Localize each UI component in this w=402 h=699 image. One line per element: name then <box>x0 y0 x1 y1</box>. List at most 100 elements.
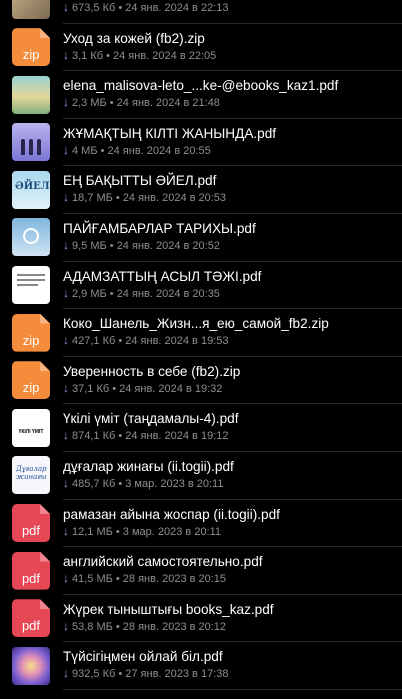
pdf-file-icon: pdf <box>12 599 50 638</box>
zip-file-icon: zip <box>12 313 50 352</box>
download-arrow-icon: ↓ <box>63 380 69 395</box>
file-row[interactable]: pdf рамазан айына жоспар (ii.togii).pdf … <box>0 500 402 548</box>
file-meta: ↓ 37,1 Кб • 24 янв. 2024 в 19:32 <box>63 381 222 396</box>
file-meta-text: 2,3 МБ • 24 янв. 2024 в 21:48 <box>72 97 220 110</box>
file-row[interactable]: ↓ 673,5 Кб • 24 янв. 2024 в 22:13 <box>0 0 402 24</box>
file-meta-text: 41,5 МБ • 28 янв. 2023 в 20:15 <box>72 573 227 586</box>
row-separator <box>63 688 402 690</box>
file-row[interactable]: elena_malisova-leto_...ke-@ebooks_kaz1.p… <box>0 71 402 119</box>
file-row[interactable]: pdf английский самостоятельно.pdf ↓ 41,5 … <box>0 547 402 595</box>
download-arrow-icon: ↓ <box>63 428 69 443</box>
file-title: Жүрек тыныштығы books_kaz.pdf <box>63 601 274 617</box>
emblem-shape <box>23 228 39 245</box>
file-row[interactable]: zip Уход за кожей (fb2).zip ↓ 3,1 Кб • 24… <box>0 24 402 72</box>
file-meta: ↓ 485,7 Кб • 3 мар. 2023 в 20:11 <box>63 476 223 491</box>
file-title: ЖҰМАҚТЫҢ КІЛТІ ЖАНЫНДА.pdf <box>63 125 277 141</box>
cover-text: Дұғалар жинағы <box>16 465 47 482</box>
file-meta: ↓ 673,5 Кб • 24 янв. 2024 в 22:13 <box>63 0 229 15</box>
file-meta: ↓ 9,5 МБ • 24 янв. 2024 в 20:52 <box>63 238 220 253</box>
file-meta-text: 874,1 Кб • 24 янв. 2024 в 19:12 <box>72 430 229 443</box>
file-thumbnail <box>12 0 50 19</box>
file-meta-text: 9,5 МБ • 24 янв. 2024 в 20:52 <box>72 239 220 252</box>
file-row[interactable]: АДАМЗАТТЫҢ АСЫЛ ТӘЖІ.pdf ↓ 2,9 МБ • 24 ян… <box>0 262 402 310</box>
file-meta: ↓ 874,1 Кб • 24 янв. 2024 в 19:12 <box>63 428 229 443</box>
pdf-file-icon: pdf <box>12 551 50 590</box>
book-cover-thumbnail <box>12 123 50 162</box>
file-row[interactable]: Дұғалар жинағы дұғалар жинағы (ii.togii)… <box>0 452 402 500</box>
download-arrow-icon: ↓ <box>63 523 69 538</box>
text-line <box>17 279 45 281</box>
download-arrow-icon: ↓ <box>63 666 69 681</box>
file-list: ↓ 673,5 Кб • 24 янв. 2024 в 22:13 zip Ухо… <box>0 0 402 690</box>
file-row[interactable]: ЖҰМАҚТЫҢ КІЛТІ ЖАНЫНДА.pdf ↓ 4 МБ • 24 ян… <box>0 119 402 167</box>
file-meta-text: 2,9 МБ • 24 янв. 2024 в 20:35 <box>72 287 220 300</box>
book-cover-thumbnail <box>12 646 50 685</box>
file-title: ЕҢ БАҚЫТТЫ ӘЙЕЛ.pdf <box>63 173 217 189</box>
file-title: дұғалар жинағы (ii.togii).pdf <box>63 458 234 474</box>
file-title: АДАМЗАТТЫҢ АСЫЛ ТӘЖІ.pdf <box>63 268 262 284</box>
download-arrow-icon: ↓ <box>63 571 69 586</box>
file-meta-text: 4 МБ • 24 янв. 2024 в 20:55 <box>72 144 211 157</box>
file-title: Түйсігіңмен ойлай біл.pdf <box>63 649 223 665</box>
pdf-file-icon: pdf <box>12 504 50 543</box>
book-cover-thumbnail <box>12 75 50 114</box>
file-meta: ↓ 4 МБ • 24 янв. 2024 в 20:55 <box>63 143 211 158</box>
download-arrow-icon: ↓ <box>63 0 69 14</box>
file-row[interactable]: zip Уверенность в себе (fb2).zip ↓ 37,1 К… <box>0 357 402 405</box>
document-thumbnail <box>12 266 50 305</box>
text-line <box>17 284 38 286</box>
file-title: Уход за кожей (fb2).zip <box>63 30 205 46</box>
download-arrow-icon: ↓ <box>63 237 69 252</box>
file-meta: ↓ 41,5 МБ • 28 янв. 2023 в 20:15 <box>63 571 226 586</box>
file-title: ПАЙҒАМБАРЛАР ТАРИХЫ.pdf <box>63 220 256 236</box>
cover-text: ӘЙЕЛ <box>15 180 50 192</box>
file-title: рамазан айына жоспар (ii.togii).pdf <box>63 506 280 522</box>
file-row[interactable]: pdf Жүрек тыныштығы books_kaz.pdf ↓ 53,8 … <box>0 595 402 643</box>
text-line <box>17 274 45 276</box>
figure-shape <box>37 139 41 156</box>
file-meta-text: 18,7 МБ • 24 янв. 2024 в 20:53 <box>72 192 227 205</box>
document-thumbnail: ҮКІЛІ ҮМІТ <box>12 408 50 447</box>
file-meta-text: 673,5 Кб • 24 янв. 2024 в 22:13 <box>72 2 229 14</box>
download-arrow-icon: ↓ <box>63 190 69 205</box>
file-title: Уверенность в себе (fb2).zip <box>63 363 241 379</box>
file-meta: ↓ 3,1 Кб • 24 янв. 2024 в 22:05 <box>63 48 216 63</box>
figure-shape <box>21 139 25 156</box>
file-row[interactable]: ПАЙҒАМБАРЛАР ТАРИХЫ.pdf ↓ 9,5 МБ • 24 янв… <box>0 214 402 262</box>
file-meta: ↓ 2,3 МБ • 24 янв. 2024 в 21:48 <box>63 95 220 110</box>
file-meta-text: 37,1 Кб • 24 янв. 2024 в 19:32 <box>72 382 223 395</box>
file-row[interactable]: ҮКІЛІ ҮМІТ Үкілі үміт (таңдамалы-4).pdf … <box>0 404 402 452</box>
download-arrow-icon: ↓ <box>63 333 69 348</box>
cover-text: ҮКІЛІ ҮМІТ <box>18 428 44 435</box>
download-arrow-icon: ↓ <box>63 285 69 300</box>
file-title: Коко_Шанель_Жизн...я_ею_самой_fb2.zip <box>63 316 329 332</box>
file-row[interactable]: Түйсігіңмен ойлай біл.pdf ↓ 932,5 Кб • 27… <box>0 642 402 690</box>
file-meta-text: 3,1 Кб • 24 янв. 2024 в 22:05 <box>72 49 217 62</box>
file-meta-text: 485,7 Кб • 3 мар. 2023 в 20:11 <box>72 477 224 490</box>
file-title: Үкілі үміт (таңдамалы-4).pdf <box>63 411 239 427</box>
download-arrow-icon: ↓ <box>63 475 69 490</box>
book-cover-thumbnail <box>12 218 50 257</box>
file-meta-text: 427,1 Кб • 24 янв. 2024 в 19:53 <box>72 335 229 348</box>
file-meta: ↓ 2,9 МБ • 24 янв. 2024 в 20:35 <box>63 286 220 301</box>
file-meta: ↓ 427,1 Кб • 24 янв. 2024 в 19:53 <box>63 333 229 348</box>
file-row[interactable]: zip Коко_Шанель_Жизн...я_ею_самой_fb2.zi… <box>0 309 402 357</box>
file-meta-text: 53,8 МБ • 28 янв. 2023 в 20:12 <box>72 620 227 633</box>
file-row[interactable]: ӘЙЕЛ ЕҢ БАҚЫТТЫ ӘЙЕЛ.pdf ↓ 18,7 МБ • 24 я… <box>0 166 402 214</box>
file-title: elena_malisova-leto_...ke-@ebooks_kaz1.p… <box>63 78 339 94</box>
zip-file-icon: zip <box>12 361 50 400</box>
file-meta: ↓ 932,5 Кб • 27 янв. 2023 в 17:38 <box>63 666 229 681</box>
document-thumbnail: Дұғалар жинағы <box>12 456 50 495</box>
file-title: английский самостоятельно.pdf <box>63 554 263 570</box>
download-arrow-icon: ↓ <box>63 618 69 633</box>
file-meta: ↓ 18,7 МБ • 24 янв. 2024 в 20:53 <box>63 190 226 205</box>
zip-file-icon: zip <box>12 28 50 67</box>
file-meta: ↓ 53,8 МБ • 28 янв. 2023 в 20:12 <box>63 619 226 634</box>
figure-shape <box>29 139 33 156</box>
book-cover-thumbnail: ӘЙЕЛ <box>12 170 50 209</box>
download-arrow-icon: ↓ <box>63 47 69 62</box>
file-meta-text: 932,5 Кб • 27 янв. 2023 в 17:38 <box>72 668 229 681</box>
download-arrow-icon: ↓ <box>63 142 69 157</box>
file-meta-text: 12,1 МБ • 3 мар. 2023 в 20:11 <box>72 525 222 538</box>
file-meta: ↓ 12,1 МБ • 3 мар. 2023 в 20:11 <box>63 524 221 539</box>
